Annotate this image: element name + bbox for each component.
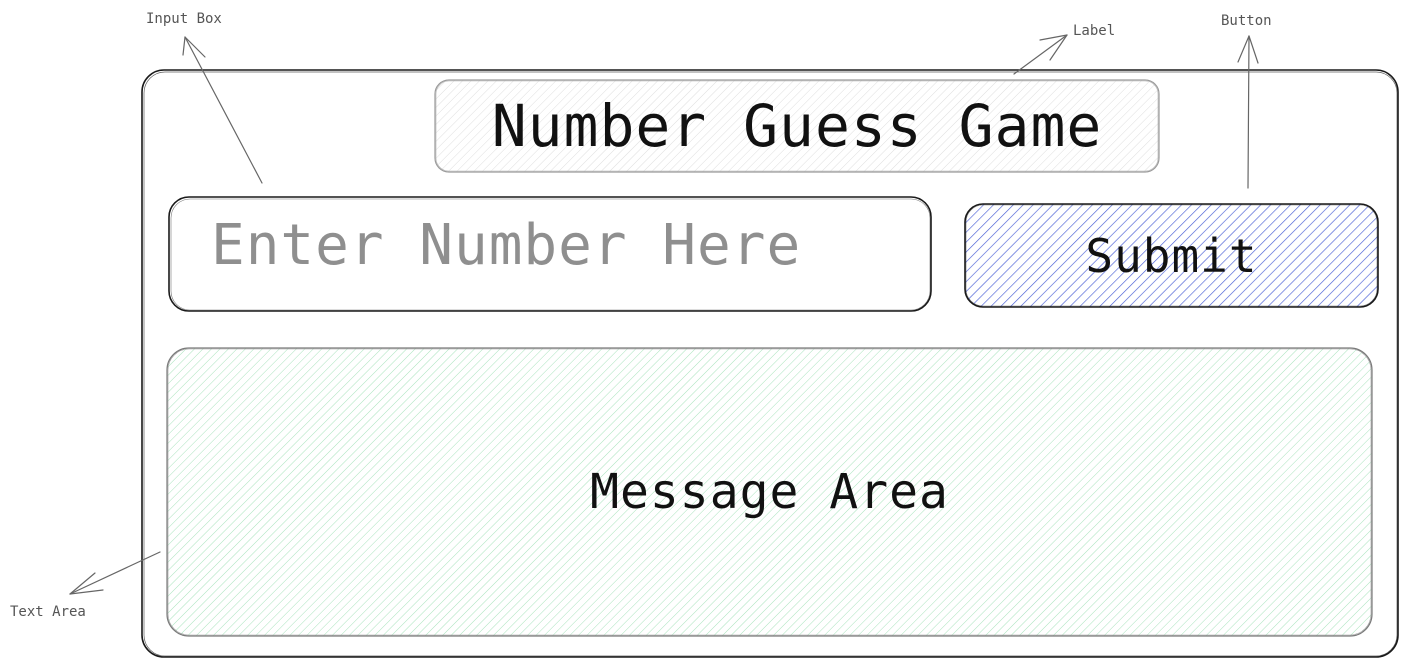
button-arrow (1237, 35, 1259, 189)
page-title: Number Guess Game (491, 92, 1103, 160)
submit-button[interactable]: Submit (965, 204, 1378, 307)
message-area: Message Area (590, 464, 949, 520)
annotation-button: Button (1221, 13, 1272, 29)
input-box-arrow (182, 36, 263, 184)
annotation-label: Label (1073, 23, 1116, 39)
annotation-text-area: Text Area (10, 604, 86, 620)
annotation-input-box: Input Box (146, 11, 222, 27)
label-arrow (1013, 34, 1068, 75)
text-area-arrow (69, 551, 161, 595)
number-input-placeholder: Enter Number Here (211, 213, 802, 278)
